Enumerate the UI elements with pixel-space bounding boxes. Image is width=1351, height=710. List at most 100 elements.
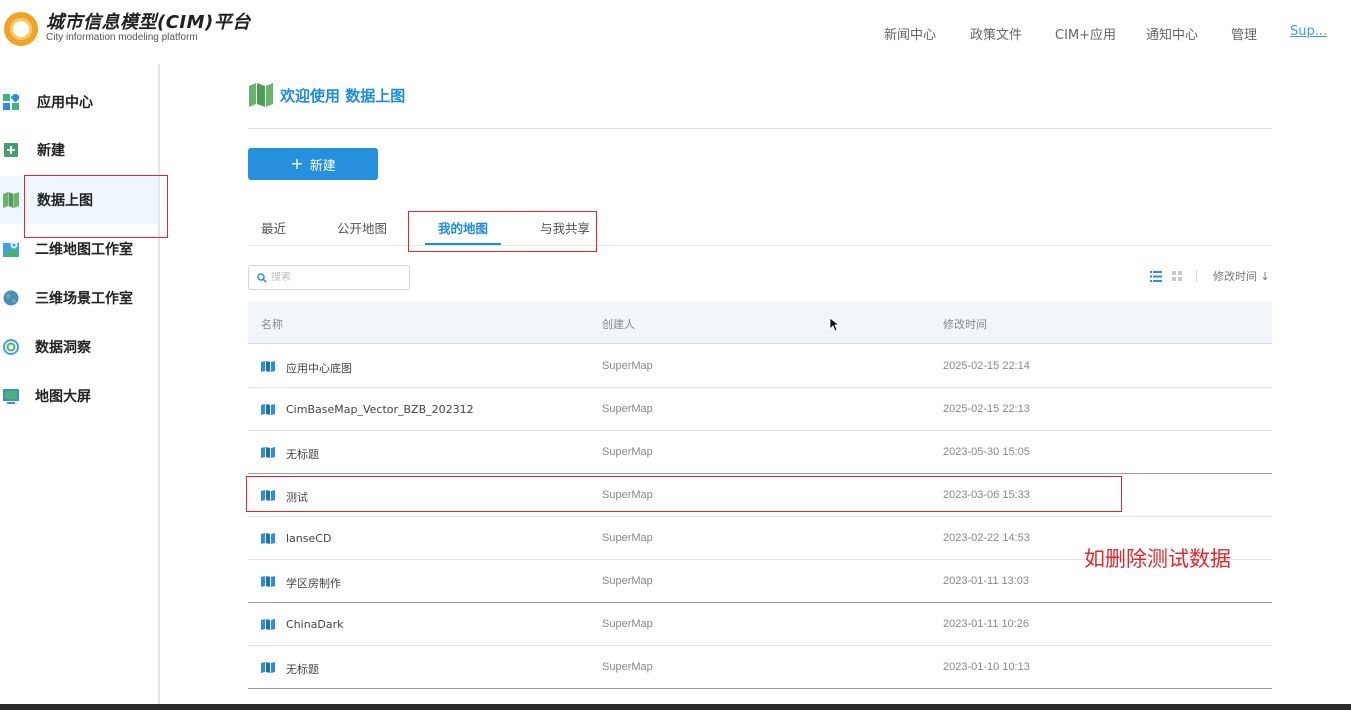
new-map-button[interactable]: + 新建 xyxy=(248,148,378,180)
row-modified: 2023-02-22 14:53 xyxy=(943,532,1030,544)
map-pin-icon xyxy=(3,241,19,257)
new-button-label: 新建 xyxy=(309,158,336,174)
map-icon xyxy=(3,192,19,208)
row-creator: SuperMap xyxy=(602,661,653,673)
search-icon xyxy=(257,272,267,283)
list-view-icon[interactable] xyxy=(1150,270,1162,282)
nav-notice[interactable]: 通知中心 xyxy=(1146,24,1198,43)
nav-cim-apps[interactable]: CIM+应用 xyxy=(1055,24,1116,43)
sidebar-item-label: 二维地图工作室 xyxy=(35,242,133,258)
sidebar-item-data-map[interactable]: 数据上图 xyxy=(0,176,158,224)
sidebar-item-2d-studio[interactable]: 二维地图工作室 xyxy=(0,225,158,273)
row-name: 学区房制作 xyxy=(286,577,341,590)
user-link[interactable]: Sup... xyxy=(1290,24,1327,39)
column-header-name[interactable]: 名称 xyxy=(261,316,283,332)
annotation-text: 如删除测试数据 xyxy=(1084,547,1231,571)
row-modified: 2025-02-15 22:13 xyxy=(943,403,1030,415)
row-name: ChinaDark xyxy=(286,618,344,631)
sidebar-item-label: 应用中心 xyxy=(37,95,93,111)
bottom-bar xyxy=(0,704,1351,710)
row-modified: 2023-03-06 15:33 xyxy=(943,489,1030,501)
sidebar-item-label: 地图大屏 xyxy=(35,389,91,405)
grid-view-icon[interactable] xyxy=(1172,271,1182,281)
map-icon xyxy=(261,361,275,372)
row-modified: 2023-01-11 10:26 xyxy=(943,618,1030,630)
app-grid-icon xyxy=(3,94,19,110)
add-square-icon xyxy=(4,143,18,157)
divider xyxy=(1196,270,1197,282)
row-name: CimBaseMap_Vector_BZB_202312 xyxy=(286,403,474,416)
map-icon xyxy=(261,447,275,458)
table-row[interactable]: 测试 SuperMap 2023-03-06 15:33 xyxy=(248,474,1272,517)
insight-icon xyxy=(3,339,19,355)
page-header: 欢迎使用 数据上图 xyxy=(248,82,405,108)
sidebar-item-new[interactable]: 新建 xyxy=(0,126,158,174)
table-row[interactable]: 无标题 SuperMap 2023-01-10 10:13 xyxy=(248,646,1272,689)
row-modified: 2025-02-15 22:14 xyxy=(943,360,1030,372)
column-header-modified[interactable]: 修改时间 xyxy=(943,316,987,332)
nav-policy[interactable]: 政策文件 xyxy=(970,24,1022,43)
row-creator: SuperMap xyxy=(602,403,653,415)
sidebar: 应用中心 新建 数据上图 二维地图工作室 三维场景工作室 数据洞察 地图大屏 xyxy=(0,64,160,710)
active-tab-indicator xyxy=(425,243,501,245)
table-row[interactable]: 无标题 SuperMap 2023-05-30 15:05 xyxy=(248,431,1272,474)
sidebar-item-big-screen[interactable]: 地图大屏 xyxy=(0,372,158,420)
map-icon xyxy=(261,533,275,544)
row-creator: SuperMap xyxy=(602,618,653,630)
sidebar-item-label: 新建 xyxy=(37,143,65,159)
tab-public-maps[interactable]: 公开地图 xyxy=(337,218,387,237)
tab-shared-with-me[interactable]: 与我共享 xyxy=(540,218,590,237)
sidebar-item-3d-studio[interactable]: 三维场景工作室 xyxy=(0,274,158,322)
row-creator: SuperMap xyxy=(602,446,653,458)
map-icon xyxy=(261,576,275,587)
plus-icon: + xyxy=(290,154,304,173)
row-creator: SuperMap xyxy=(602,532,653,544)
row-name: 无标题 xyxy=(286,448,319,461)
arrow-down-icon: ↓ xyxy=(1260,270,1270,283)
sidebar-item-app-center[interactable]: 应用中心 xyxy=(0,78,158,126)
row-modified: 2023-01-11 13:03 xyxy=(943,575,1030,587)
page-title: 欢迎使用 数据上图 xyxy=(280,86,406,105)
search-input[interactable] xyxy=(271,272,401,283)
column-header-creator[interactable]: 创建人 xyxy=(602,316,635,332)
row-name: 无标题 xyxy=(286,663,319,676)
logo-icon xyxy=(4,12,38,46)
globe-icon xyxy=(3,290,19,306)
screen-icon xyxy=(3,389,19,404)
map-icon xyxy=(261,490,275,501)
row-modified: 2023-01-10 10:13 xyxy=(943,661,1030,673)
sidebar-item-label: 数据上图 xyxy=(37,193,93,209)
app-title: 城市信息模型(CIM)平台 xyxy=(46,12,251,33)
tab-recent[interactable]: 最近 xyxy=(261,218,286,237)
map-icon xyxy=(261,404,275,415)
sort-by-modified[interactable]: 修改时间 ↓ xyxy=(1213,268,1270,284)
map-icon xyxy=(249,83,273,107)
table-header: 名称 创建人 修改时间 xyxy=(248,302,1272,344)
app-subtitle: City information modeling platform xyxy=(46,32,198,43)
row-name: lanseCD xyxy=(286,532,332,545)
row-name: 应用中心底图 xyxy=(286,362,352,375)
row-modified: 2023-05-30 15:05 xyxy=(943,446,1030,458)
app-header: 城市信息模型(CIM)平台 City information modeling … xyxy=(0,0,1351,64)
table-row[interactable]: ChinaDark SuperMap 2023-01-11 10:26 xyxy=(248,603,1272,646)
tab-my-maps[interactable]: 我的地图 xyxy=(438,218,488,237)
table-row[interactable]: CimBaseMap_Vector_BZB_202312 SuperMap 20… xyxy=(248,388,1272,431)
nav-admin[interactable]: 管理 xyxy=(1231,24,1257,43)
map-icon xyxy=(261,619,275,630)
cursor-icon xyxy=(829,317,841,332)
sort-label: 修改时间 xyxy=(1213,270,1257,283)
map-icon xyxy=(261,662,275,673)
divider xyxy=(248,128,1272,129)
search-box[interactable] xyxy=(248,265,410,290)
sidebar-item-label: 数据洞察 xyxy=(35,340,91,356)
view-toggle xyxy=(1150,268,1197,284)
row-creator: SuperMap xyxy=(602,575,653,587)
row-creator: SuperMap xyxy=(602,489,653,501)
row-creator: SuperMap xyxy=(602,360,653,372)
tab-bar: 最近 公开地图 我的地图 与我共享 xyxy=(248,210,1272,246)
table-row[interactable]: 应用中心底图 SuperMap 2025-02-15 22:14 xyxy=(248,345,1272,388)
nav-news[interactable]: 新闻中心 xyxy=(884,24,936,43)
sidebar-item-label: 三维场景工作室 xyxy=(35,291,133,307)
row-name: 测试 xyxy=(286,491,308,504)
sidebar-item-insight[interactable]: 数据洞察 xyxy=(0,323,158,371)
